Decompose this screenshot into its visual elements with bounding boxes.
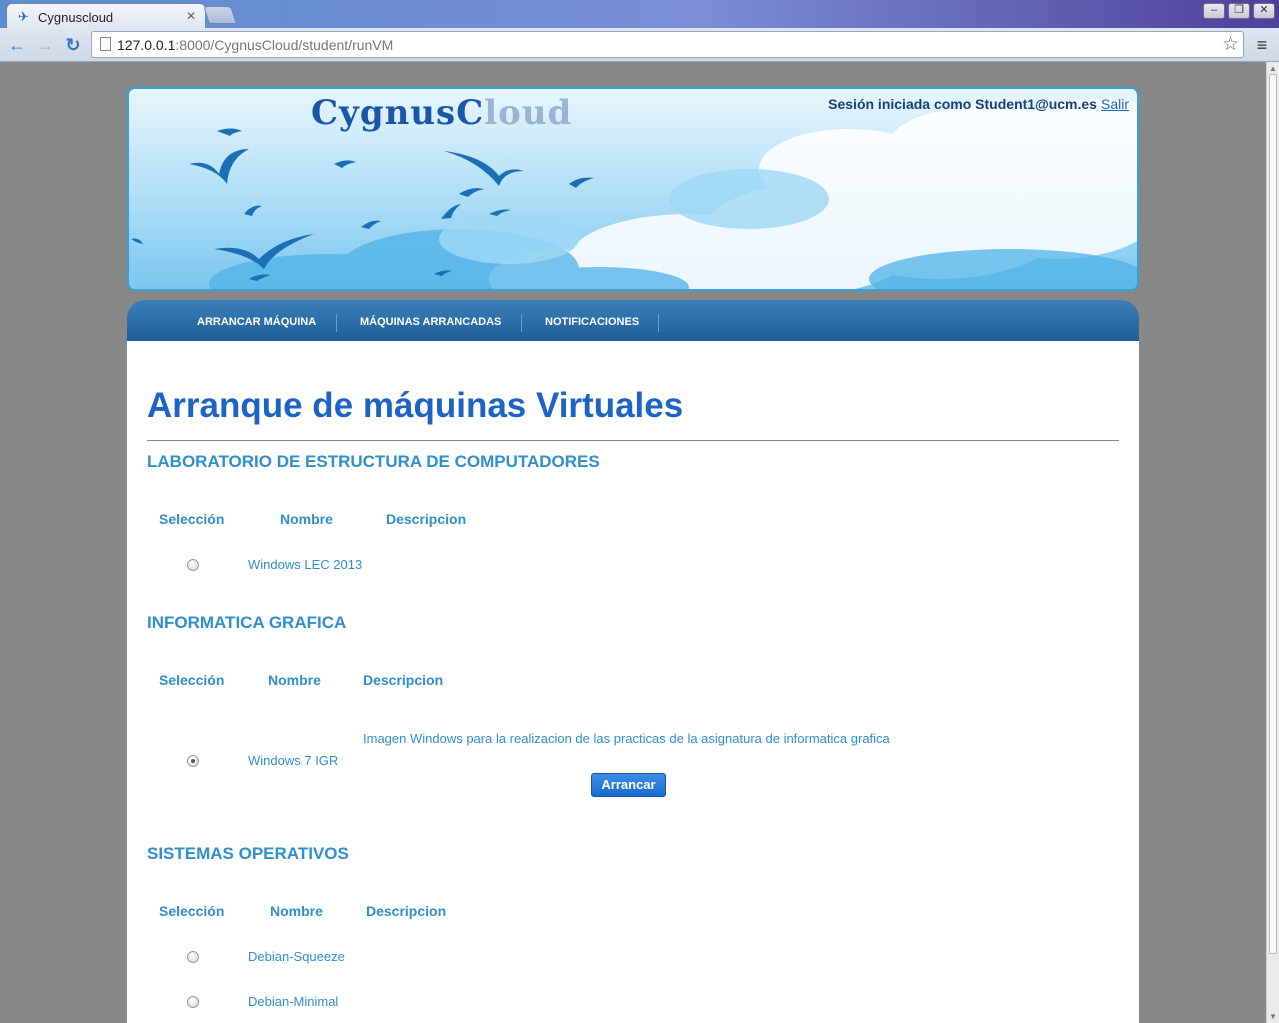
- column-header-selection: Selección: [159, 903, 225, 919]
- tab-close-icon[interactable]: ✕: [186, 9, 196, 23]
- vm-radio-windows-7-igr[interactable]: [187, 755, 199, 767]
- maximize-icon[interactable]: ❐: [1228, 3, 1250, 19]
- browser-toolbar: ← → ↻ 127.0.0.1:8000/CygnusCloud/student…: [0, 28, 1279, 62]
- session-info: Sesión iniciada como Student1@ucm.es Sali…: [828, 96, 1129, 112]
- section-title: INFORMATICA GRAFICA: [147, 613, 347, 632]
- section-title: LABORATORIO DE ESTRUCTURA DE COMPUTADORE…: [147, 452, 600, 471]
- tab-title: Cygnuscloud: [38, 10, 114, 25]
- sky-birds-illustration: [131, 99, 1137, 289]
- url-path: :8000/CygnusCloud/student/runVM: [175, 37, 394, 53]
- vm-name: Windows LEC 2013: [248, 557, 363, 572]
- column-header-description: Descripcion: [363, 672, 444, 688]
- vm-description: Imagen Windows para la realizacion de la…: [363, 731, 890, 746]
- session-text: Sesión iniciada como Student1@ucm.es: [828, 96, 1097, 112]
- nav-divider: [336, 314, 337, 332]
- page-icon: [100, 37, 111, 51]
- site-header-banner: CygnusCloud Sesión iniciada como Student…: [127, 87, 1139, 291]
- section-title: SISTEMAS OPERATIVOS: [147, 844, 349, 863]
- nav-notificaciones[interactable]: NOTIFICACIONES: [545, 300, 639, 341]
- main-nav: ARRANCAR MÁQUINA MÁQUINAS ARRANCADAS NOT…: [127, 300, 1139, 341]
- nav-divider: [521, 314, 522, 332]
- column-header-selection: Selección: [159, 672, 225, 688]
- vm-radio-windows-lec-2013[interactable]: [187, 559, 199, 571]
- url-host: 127.0.0.1: [117, 37, 176, 53]
- column-header-name: Nombre: [270, 903, 323, 919]
- logo-dark-part: CygnusC: [311, 93, 485, 133]
- column-header-name: Nombre: [280, 511, 333, 527]
- url-bar[interactable]: 127.0.0.1:8000/CygnusCloud/student/runVM…: [91, 31, 1244, 58]
- vm-name: Debian-Minimal: [248, 994, 339, 1009]
- new-tab-button[interactable]: [203, 6, 237, 24]
- column-header-selection: Selección: [159, 511, 225, 527]
- nav-maquinas-arrancadas[interactable]: MÁQUINAS ARRANCADAS: [360, 300, 501, 341]
- vertical-scrollbar[interactable]: ▲ ▼: [1266, 62, 1279, 1023]
- column-header-name: Nombre: [268, 672, 321, 688]
- vm-radio-debian-squeeze[interactable]: [187, 951, 199, 963]
- back-icon[interactable]: ←: [6, 34, 28, 56]
- main-content: Arranque de máquinas Virtuales LABORATOR…: [127, 341, 1139, 1023]
- vm-radio-debian-minimal[interactable]: [187, 996, 199, 1008]
- close-icon[interactable]: ✕: [1253, 3, 1275, 19]
- scroll-down-icon[interactable]: ▼: [1267, 1010, 1279, 1023]
- nav-divider: [658, 314, 659, 332]
- page-title: Arranque de máquinas Virtuales: [147, 386, 684, 425]
- minimize-icon[interactable]: –: [1203, 3, 1225, 19]
- cygnus-favicon-icon: ✈: [18, 9, 29, 24]
- url-text[interactable]: 127.0.0.1:8000/CygnusCloud/student/runVM: [117, 37, 393, 53]
- cygnuscloud-logo: CygnusCloud: [311, 93, 572, 133]
- browser-tab[interactable]: ✈ Cygnuscloud ✕: [6, 3, 206, 29]
- column-header-description: Descripcion: [366, 903, 447, 919]
- browser-titlebar: ✈ Cygnuscloud ✕ – ❐ ✕: [0, 0, 1279, 29]
- bookmark-star-icon[interactable]: ☆: [1222, 33, 1239, 56]
- scrollbar-thumb[interactable]: [1269, 74, 1277, 954]
- menu-icon[interactable]: ≡: [1252, 34, 1272, 56]
- title-divider: [147, 440, 1119, 441]
- reload-icon[interactable]: ↻: [62, 34, 84, 56]
- logo-light-part: loud: [484, 93, 573, 133]
- arrancar-button[interactable]: Arrancar: [591, 773, 666, 797]
- column-header-description: Descripcion: [386, 511, 467, 527]
- forward-icon[interactable]: →: [34, 34, 56, 56]
- nav-arrancar-maquina[interactable]: ARRANCAR MÁQUINA: [197, 300, 316, 341]
- vm-name: Windows 7 IGR: [248, 753, 339, 768]
- vm-name: Debian-Squeeze: [248, 949, 345, 964]
- logout-link[interactable]: Salir: [1101, 96, 1129, 112]
